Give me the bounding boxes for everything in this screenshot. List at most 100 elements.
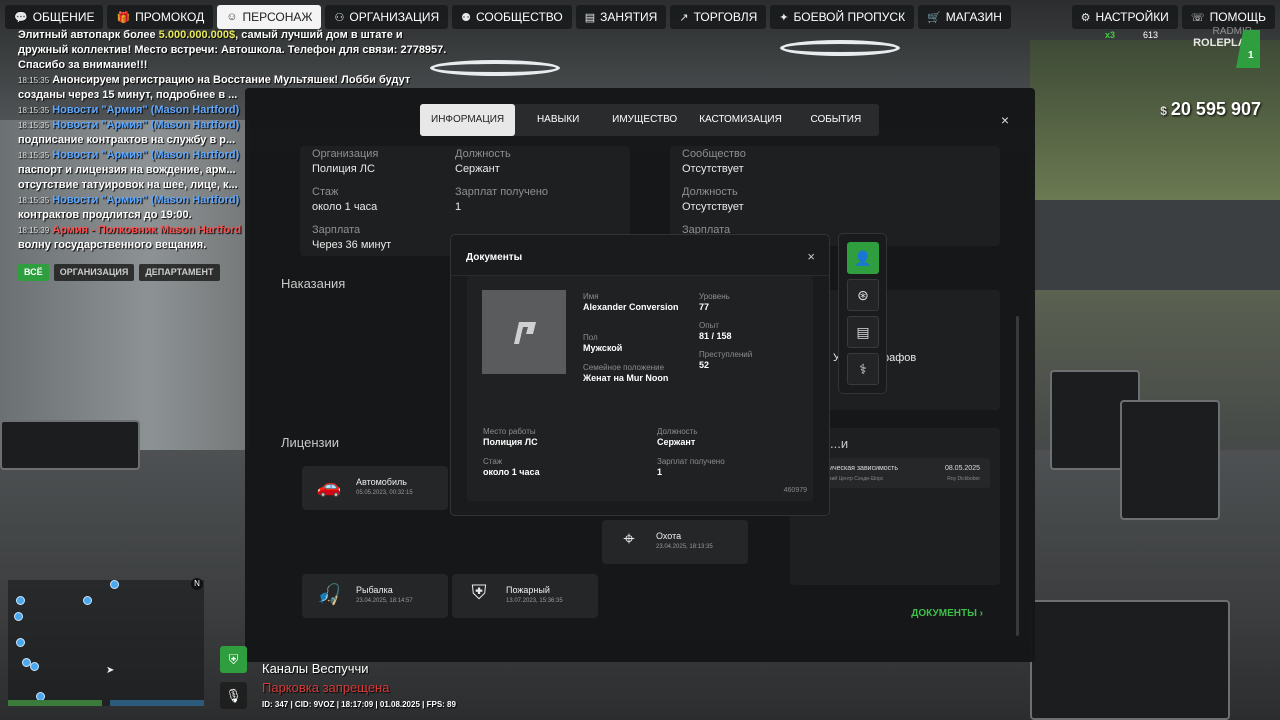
name-field: Имя Alexander Conversion xyxy=(583,291,683,313)
chat-tab-all[interactable]: ВСЁ xyxy=(18,264,49,281)
nav-cart-button[interactable]: 🛒 МАГАЗИН xyxy=(918,5,1011,29)
nav-person-button[interactable]: ☺ ПЕРСОНАЖ xyxy=(217,5,322,29)
salaries-received-label: Зарплат получено xyxy=(455,186,549,198)
chat-tab-organization[interactable]: ОРГАНИЗАЦИЯ xyxy=(53,264,135,281)
panel-close-button[interactable]: × xyxy=(1001,112,1009,128)
health-armor-bar xyxy=(8,700,204,706)
exp-label: Опыт xyxy=(699,321,719,330)
battlepass-icon: ✦ xyxy=(779,11,789,24)
nav-organization-button[interactable]: ⚇ ОРГАНИЗАЦИЯ xyxy=(325,5,449,29)
nav-settings-button[interactable]: ⚙ НАСТРОЙКИ xyxy=(1071,5,1178,29)
family-value: Женат на Mur Noon xyxy=(583,373,669,383)
licenses-title: Лицензии xyxy=(281,435,339,450)
crosshair-icon: ⌖ xyxy=(623,528,635,550)
compass-north: N xyxy=(191,578,203,590)
stazh-label: Стаж xyxy=(483,457,503,466)
experience-field: Стаж около 1 часа xyxy=(312,186,377,213)
map-blip xyxy=(30,662,39,671)
chat-main: Анонсируем регистрацию на Восстание Муль… xyxy=(52,74,411,86)
license-date: 23.04.2025, 18:13:35 xyxy=(656,544,713,550)
license-date: 23.04.2025, 18:14:57 xyxy=(356,598,413,604)
chat-main: контрактов продлится до 19:00. xyxy=(18,209,192,221)
community-position-value: Отсутствует xyxy=(682,201,744,213)
salary-value: Через 36 минут xyxy=(312,239,392,251)
medical-button[interactable]: ⚕ xyxy=(847,353,879,385)
cart-icon: 🛒 xyxy=(927,11,941,24)
shield-icon: ⛨ xyxy=(220,646,247,673)
nav-trade-button[interactable]: ↗ ТОРГОВЛЯ xyxy=(670,5,767,29)
sex-label: Пол xyxy=(583,333,598,342)
nav-label: ОРГАНИЗАЦИЯ xyxy=(349,10,440,24)
documents-close-button[interactable]: × xyxy=(807,249,815,264)
nav-gift-button[interactable]: 🎁 ПРОМОКОД xyxy=(107,5,214,29)
org-value: Полиция ЛС xyxy=(312,163,375,175)
license-item[interactable]: ⛨ Пожарный 13.07.2023, 15:36:35 xyxy=(452,574,598,618)
street-view xyxy=(1030,200,1280,290)
nav-label: ПЕРСОНАЖ xyxy=(242,10,313,24)
position-field: Должность Сержант xyxy=(455,148,511,175)
license-item[interactable]: 🎣 Рыбалка 23.04.2025, 18:14:57 xyxy=(302,574,448,618)
document-side-menu: 👤 ⊛ ▤ ⚕ xyxy=(838,233,887,394)
scrollbar[interactable] xyxy=(1016,316,1019,636)
chat-tab-department[interactable]: ДЕПАРТАМЕНТ xyxy=(139,264,220,281)
chat-line: дружный коллектив! Место встречи: Автошк… xyxy=(18,43,468,58)
fishing-icon: 🎣 xyxy=(316,584,342,606)
chat-highlight: Новости "Армия" (Mason Hartford) xyxy=(52,149,240,161)
online-count: 613 xyxy=(1143,30,1159,40)
community-value: Отсутствует xyxy=(682,163,744,175)
salaries-received-field: Зарплат получено 1 xyxy=(455,186,548,213)
documents-button-label: ДОКУМЕНТЫ xyxy=(911,608,977,619)
documents-modal: Документы × Имя Alexander Conversion Пол М… xyxy=(450,234,830,516)
document-button[interactable]: ▤ xyxy=(847,316,879,348)
map-blip xyxy=(110,580,119,589)
doc-position-field: Должность Сержант xyxy=(657,426,698,448)
tab-skills[interactable]: НАВЫКИ xyxy=(515,104,601,136)
nav-activities-button[interactable]: ▤ ЗАНЯТИЯ xyxy=(575,5,667,29)
sex-field: Пол Мужской xyxy=(583,332,622,354)
nav-label: ПРОМОКОД xyxy=(135,10,205,24)
license-item[interactable]: 🚗 Автомобиль 05.05.2023, 00:32:15 xyxy=(302,466,448,510)
tab-customization[interactable]: КАСТОМИЗАЦИЯ xyxy=(688,104,793,136)
license-item[interactable]: ⌖ Охота 23.04.2025, 18:13:35 xyxy=(602,520,748,564)
nav-chat-button[interactable]: 💬 ОБЩЕНИЕ xyxy=(5,5,104,29)
firefighter-icon: ⛨ xyxy=(471,582,487,604)
nav-label: БОЕВОЙ ПРОПУСК xyxy=(793,10,906,24)
settings-icon: ⚙ xyxy=(1080,11,1091,24)
passport-button[interactable]: 👤 xyxy=(847,242,879,274)
nav-community-button[interactable]: ⚉ СООБЩЕСТВО xyxy=(452,5,572,29)
documents-button[interactable]: ДОКУМЕНТЫ › xyxy=(911,608,983,619)
chat-pre: 18:15:39 xyxy=(18,226,50,235)
tab-information[interactable]: ИНФОРМАЦИЯ xyxy=(420,104,516,136)
sex-value: Мужской xyxy=(583,343,623,353)
tab-property[interactable]: ИМУЩЕСТВО xyxy=(601,104,688,136)
chat-main: подписание контрактов на службу в р... xyxy=(18,134,236,146)
salary-field: Зарплата Через 36 минут xyxy=(312,224,391,251)
chat-main: отсутствие татуировок на шее, лице, к... xyxy=(18,179,238,191)
doc-paid-field: Зарплат получено 1 xyxy=(657,456,725,478)
id-card: Имя Alexander Conversion Пол Мужской Семей… xyxy=(467,276,813,501)
license-button[interactable]: ⊛ xyxy=(847,279,879,311)
map-blip xyxy=(83,596,92,605)
stazh-value: около 1 часа xyxy=(483,467,540,477)
nav-battlepass-button[interactable]: ✦ БОЕВОЙ ПРОПУСК xyxy=(770,5,915,29)
work-label: Место работы xyxy=(483,427,536,436)
license-date: 05.05.2023, 00:32:15 xyxy=(356,490,413,496)
map-blip xyxy=(16,638,25,647)
org-field: Организация Полиция ЛС xyxy=(312,148,378,175)
chat-tabs: ВСЁ ОРГАНИЗАЦИЯ ДЕПАРТАМЕНТ xyxy=(18,264,220,281)
panel-tabs: ИНФОРМАЦИЯ НАВЫКИ ИМУЩЕСТВО КАСТОМИЗАЦИЯ… xyxy=(420,104,879,136)
medical-date: 08.05.2025 xyxy=(944,465,980,472)
nav-label: МАГАЗИН xyxy=(945,10,1002,24)
chat-highlight: Новости "Армия" (Mason Hartford) xyxy=(52,194,240,206)
tab-events[interactable]: СОБЫТИЯ xyxy=(793,104,879,136)
nav-label: НАСТРОЙКИ xyxy=(1095,10,1169,24)
avatar xyxy=(482,290,566,374)
chat-main: волну государственного вещания. xyxy=(18,239,207,251)
license-name: Рыбалка xyxy=(356,585,393,595)
position-label: Должность xyxy=(455,148,511,160)
nav-label: СООБЩЕСТВО xyxy=(475,10,563,24)
medical-item: ...тическая зависимость xyxy=(820,465,899,472)
nav-label: ПОМОЩЬ xyxy=(1209,10,1266,24)
medical-doctor: Roy Dickbober xyxy=(947,476,980,482)
table xyxy=(0,420,140,470)
